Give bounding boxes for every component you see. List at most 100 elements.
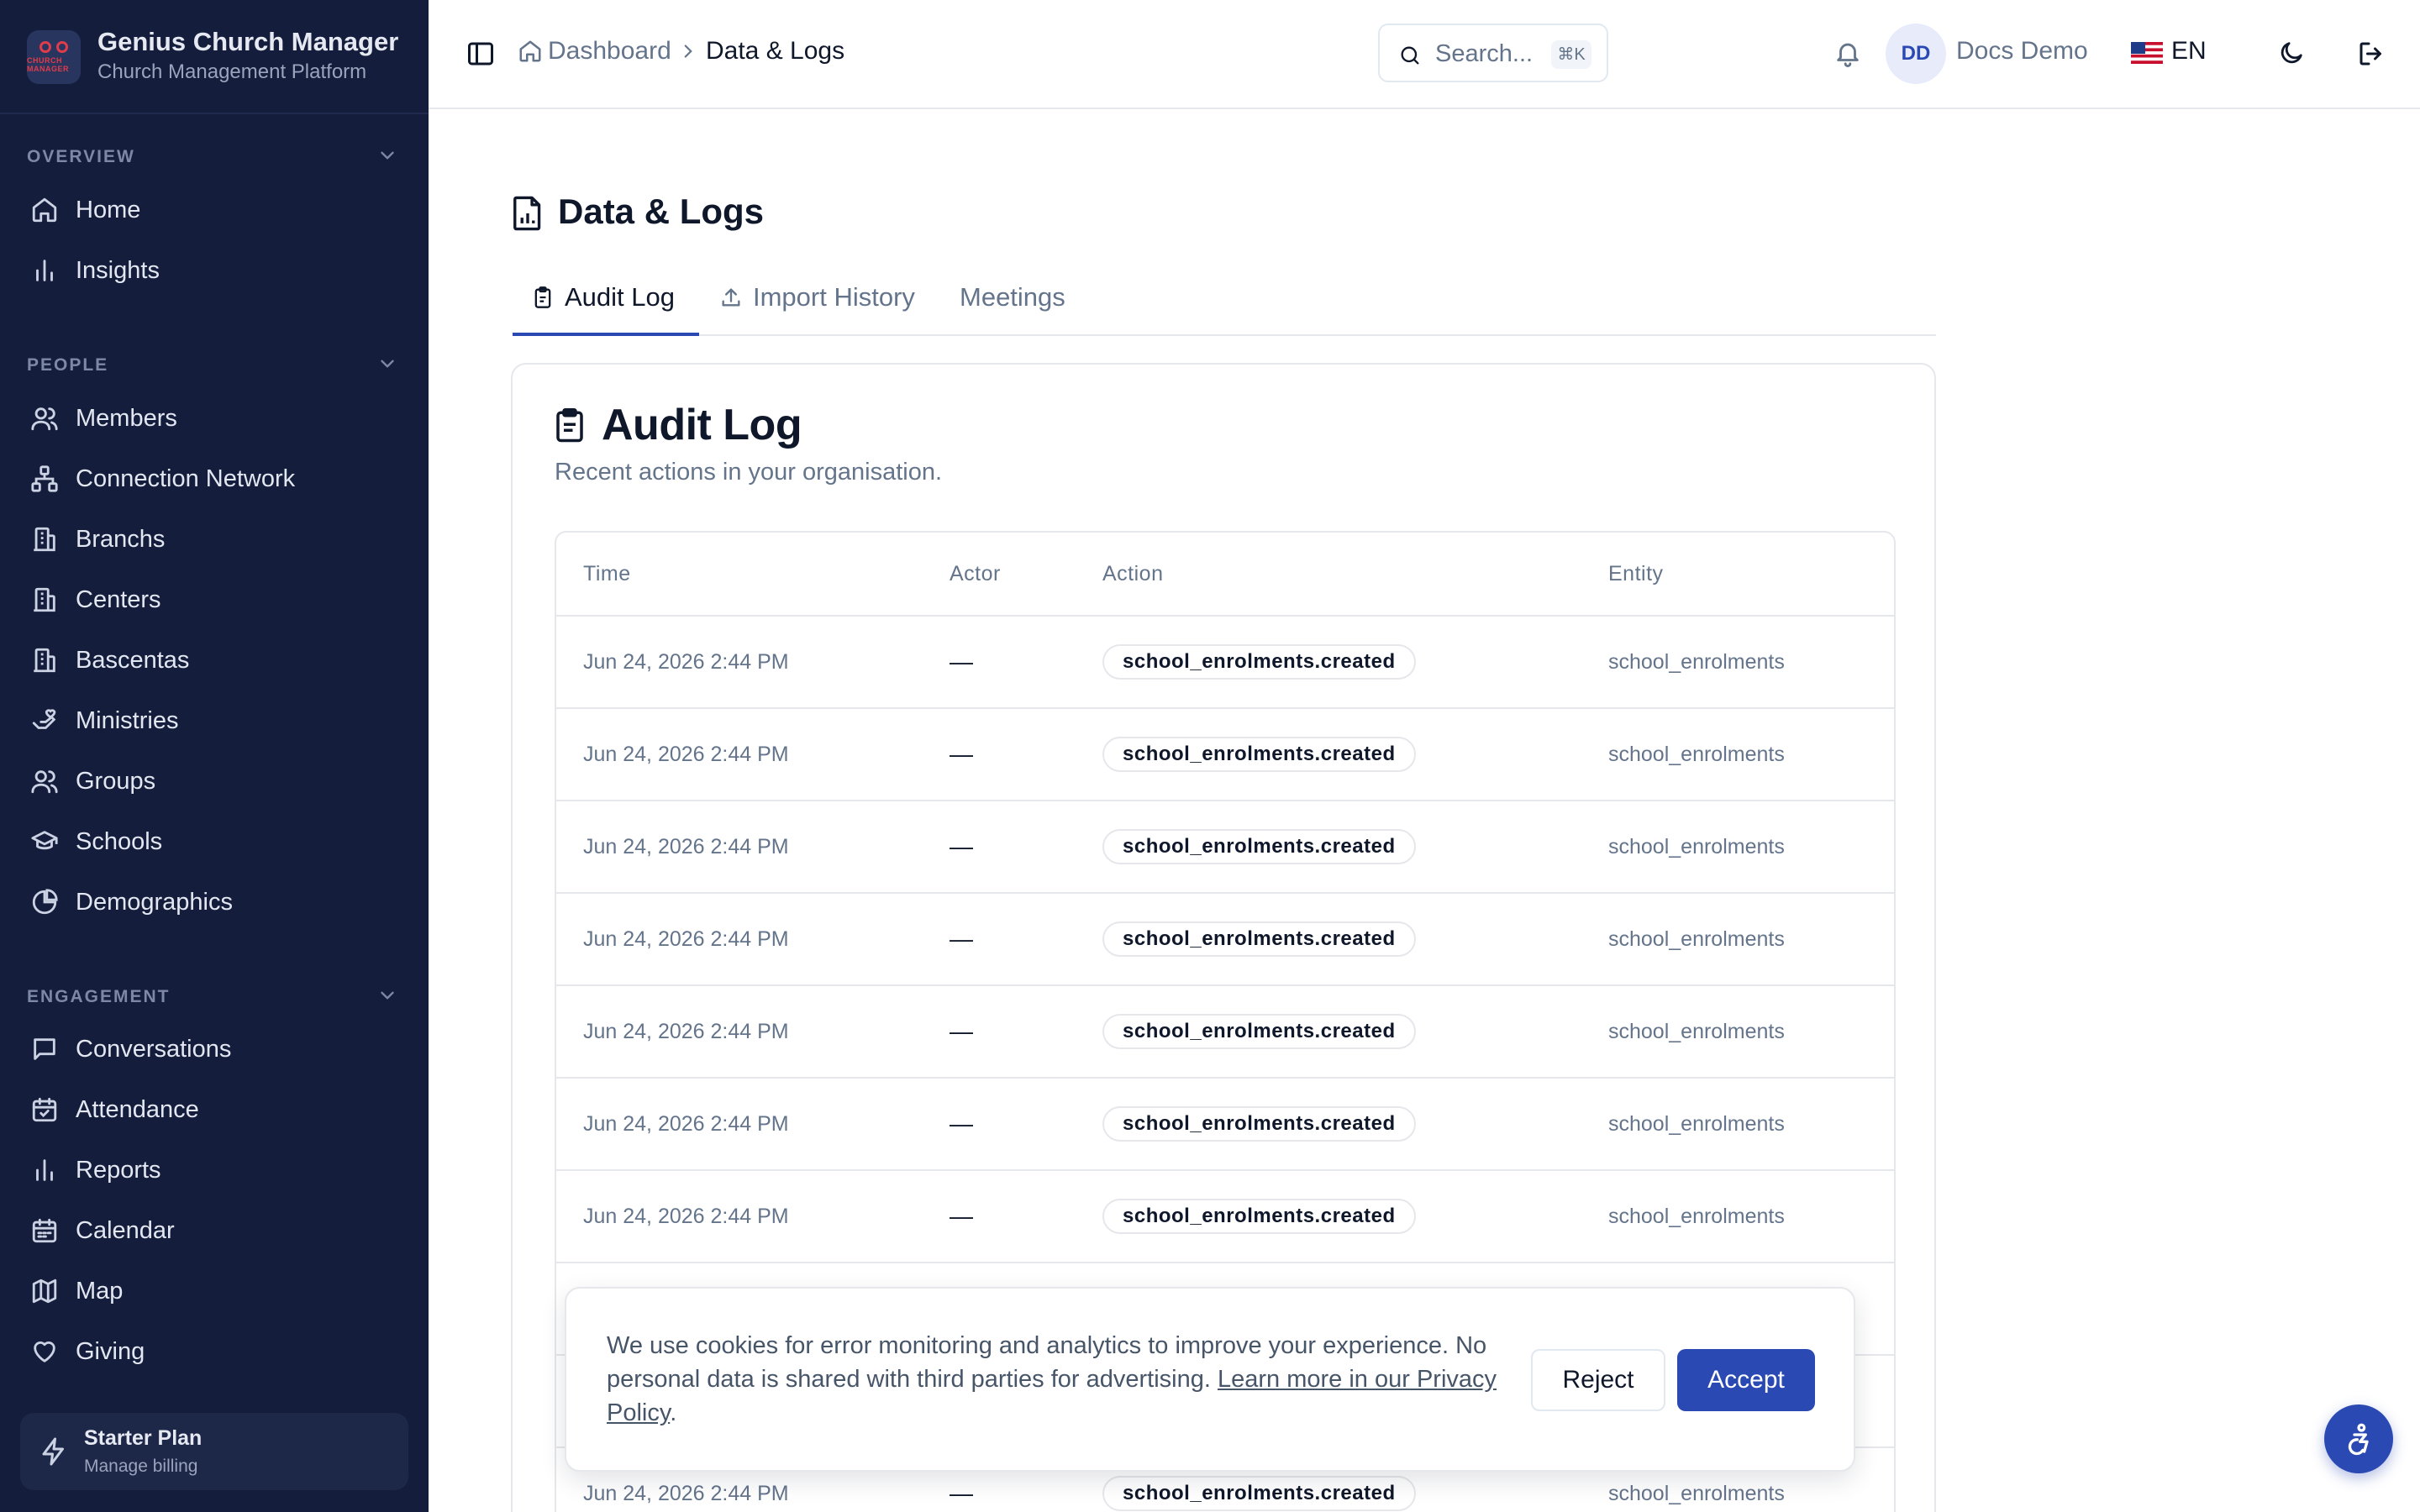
- table-row[interactable]: Jun 24, 2026 2:44 PM — school_enrolments.c…: [556, 615, 1894, 707]
- table-row[interactable]: Jun 24, 2026 2:44 PM — school_enrolments.c…: [556, 1169, 1894, 1262]
- sidebar-item-home[interactable]: Home: [30, 190, 140, 230]
- hand-heart-icon: [32, 709, 56, 729]
- sidebar-item-attendance[interactable]: Attendance: [30, 1089, 199, 1130]
- cell-entity: school_enrolments: [1608, 1205, 1785, 1228]
- section-label-engagement[interactable]: ENGAGEMENT: [27, 987, 171, 1007]
- user-name[interactable]: Docs Demo: [1956, 37, 2088, 66]
- brand-subtitle: Church Management Platform: [97, 60, 367, 83]
- chevron-down-icon[interactable]: [376, 144, 398, 166]
- bar-chart-icon: [36, 260, 53, 281]
- plan-card[interactable]: Starter Plan Manage billing: [20, 1413, 408, 1490]
- sidebar-item-label: Conversations: [76, 1035, 232, 1063]
- sidebar-item-branchs[interactable]: Branchs: [30, 519, 165, 559]
- sidebar-item-bascentas[interactable]: Bascentas: [30, 640, 189, 680]
- search-input[interactable]: Search... ⌘K: [1378, 24, 1608, 82]
- users-icon: [31, 407, 58, 431]
- sidebar-item-calendar[interactable]: Calendar: [30, 1210, 175, 1251]
- sidebar-item-label: Connection Network: [76, 465, 296, 492]
- building-icon: [34, 648, 55, 673]
- avatar[interactable]: DD: [1886, 24, 1946, 84]
- moon-icon[interactable]: [2277, 39, 2306, 67]
- tab-import-history[interactable]: Import History: [719, 274, 915, 334]
- sidebar-toggle-icon[interactable]: [466, 39, 496, 69]
- brand[interactable]: CHURCH MANAGER Genius Church Manager Chu…: [0, 0, 429, 114]
- sidebar-item-label: Branchs: [76, 525, 166, 553]
- table-row[interactable]: Jun 24, 2026 2:44 PM — school_enrolments.c…: [556, 984, 1894, 1077]
- sidebar-item-reports[interactable]: Reports: [30, 1150, 161, 1190]
- bell-icon[interactable]: [1833, 39, 1862, 67]
- sidebar-item-giving[interactable]: Giving: [30, 1331, 145, 1372]
- column-header-entity[interactable]: Entity: [1608, 533, 1664, 615]
- search-shortcut: ⌘K: [1551, 40, 1591, 69]
- column-header-time[interactable]: Time: [583, 533, 631, 615]
- sidebar-item-members[interactable]: Members: [30, 398, 177, 438]
- card-subtitle: Recent actions in your organisation.: [555, 459, 943, 486]
- sidebar-item-label: Reports: [76, 1156, 161, 1184]
- search-icon: [1401, 46, 1419, 65]
- accept-button[interactable]: Accept: [1677, 1349, 1815, 1411]
- building-icon: [34, 527, 55, 552]
- table-row[interactable]: Jun 24, 2026 2:44 PM — school_enrolments.c…: [556, 800, 1894, 892]
- manage-billing-link[interactable]: Manage billing: [84, 1457, 197, 1477]
- us-flag-icon[interactable]: [2131, 42, 2163, 64]
- sidebar-item-conversations[interactable]: Conversations: [30, 1029, 231, 1069]
- building-icon: [34, 587, 55, 612]
- sidebar-item-label: Home: [76, 196, 141, 223]
- cell-actor: —: [950, 1110, 973, 1137]
- tab-meetings[interactable]: Meetings: [960, 274, 1065, 334]
- cell-actor: —: [950, 648, 973, 675]
- sidebar-item-centers[interactable]: Centers: [30, 580, 161, 620]
- chevron-down-icon[interactable]: [376, 353, 398, 375]
- table-row[interactable]: Jun 24, 2026 2:44 PM — school_enrolments.c…: [556, 892, 1894, 984]
- breadcrumb-dashboard[interactable]: Dashboard: [548, 37, 671, 66]
- sidebar-item-map[interactable]: Map: [30, 1271, 123, 1311]
- cookie-banner: We use cookies for error monitoring and …: [565, 1287, 1855, 1472]
- sidebar-item-label: Demographics: [76, 888, 233, 916]
- section-label-overview[interactable]: OVERVIEW: [27, 147, 135, 167]
- sidebar-item-label: Centers: [76, 585, 161, 613]
- cell-time: Jun 24, 2026 2:44 PM: [583, 927, 789, 951]
- action-badge: school_enrolments.created: [1102, 921, 1416, 957]
- heart-icon: [34, 1341, 55, 1362]
- column-header-action[interactable]: Action: [1102, 533, 1163, 615]
- bar-chart-icon: [36, 1159, 53, 1181]
- accessibility-button[interactable]: [2324, 1404, 2393, 1473]
- clipboard-icon: [556, 408, 583, 443]
- action-badge: school_enrolments.created: [1102, 1476, 1416, 1511]
- cell-time: Jun 24, 2026 2:44 PM: [583, 1205, 789, 1228]
- cell-entity: school_enrolments: [1608, 1020, 1785, 1043]
- chevron-down-icon[interactable]: [376, 984, 398, 1006]
- action-badge: school_enrolments.created: [1102, 1014, 1416, 1049]
- breadcrumb-current: Data & Logs: [706, 37, 845, 65]
- action-badge: school_enrolments.created: [1102, 1199, 1416, 1234]
- cell-actor: —: [950, 926, 973, 952]
- logout-icon[interactable]: [2356, 39, 2386, 69]
- table-row[interactable]: Jun 24, 2026 2:44 PM — school_enrolments.c…: [556, 707, 1894, 800]
- calendar-check-icon: [32, 1097, 57, 1122]
- upload-icon: [722, 288, 740, 307]
- sidebar-item-groups[interactable]: Groups: [30, 761, 155, 801]
- top-header: Dashboard Data & Logs Search... ⌘K DD Do…: [429, 0, 2420, 109]
- sidebar-item-connection-network[interactable]: Connection Network: [30, 459, 295, 499]
- cell-entity: school_enrolments: [1608, 743, 1785, 766]
- tab-audit-log[interactable]: Audit Log: [513, 274, 699, 336]
- sidebar-item-demographics[interactable]: Demographics: [30, 882, 233, 922]
- tabs: Audit Log Import History Meetings: [513, 274, 1936, 336]
- cell-entity: school_enrolments: [1608, 1112, 1785, 1136]
- cell-time: Jun 24, 2026 2:44 PM: [583, 743, 789, 766]
- action-badge: school_enrolments.created: [1102, 829, 1416, 864]
- column-header-actor[interactable]: Actor: [950, 533, 1001, 615]
- cell-time: Jun 24, 2026 2:44 PM: [583, 1112, 789, 1136]
- language-selector[interactable]: EN: [2171, 37, 2207, 66]
- sidebar-item-ministries[interactable]: Ministries: [30, 701, 178, 741]
- reject-button[interactable]: Reject: [1531, 1349, 1665, 1411]
- action-badge: school_enrolments.created: [1102, 737, 1416, 772]
- sidebar-item-insights[interactable]: Insights: [30, 250, 160, 291]
- table-row[interactable]: Jun 24, 2026 2:44 PM — school_enrolments.c…: [556, 1077, 1894, 1169]
- sidebar-item-label: Groups: [76, 767, 156, 795]
- cell-entity: school_enrolments: [1608, 927, 1785, 951]
- sidebar-item-schools[interactable]: Schools: [30, 822, 162, 862]
- plan-title: Starter Plan: [84, 1426, 203, 1450]
- section-label-people[interactable]: PEOPLE: [27, 355, 108, 375]
- sidebar: CHURCH MANAGER Genius Church Manager Chu…: [0, 0, 429, 1512]
